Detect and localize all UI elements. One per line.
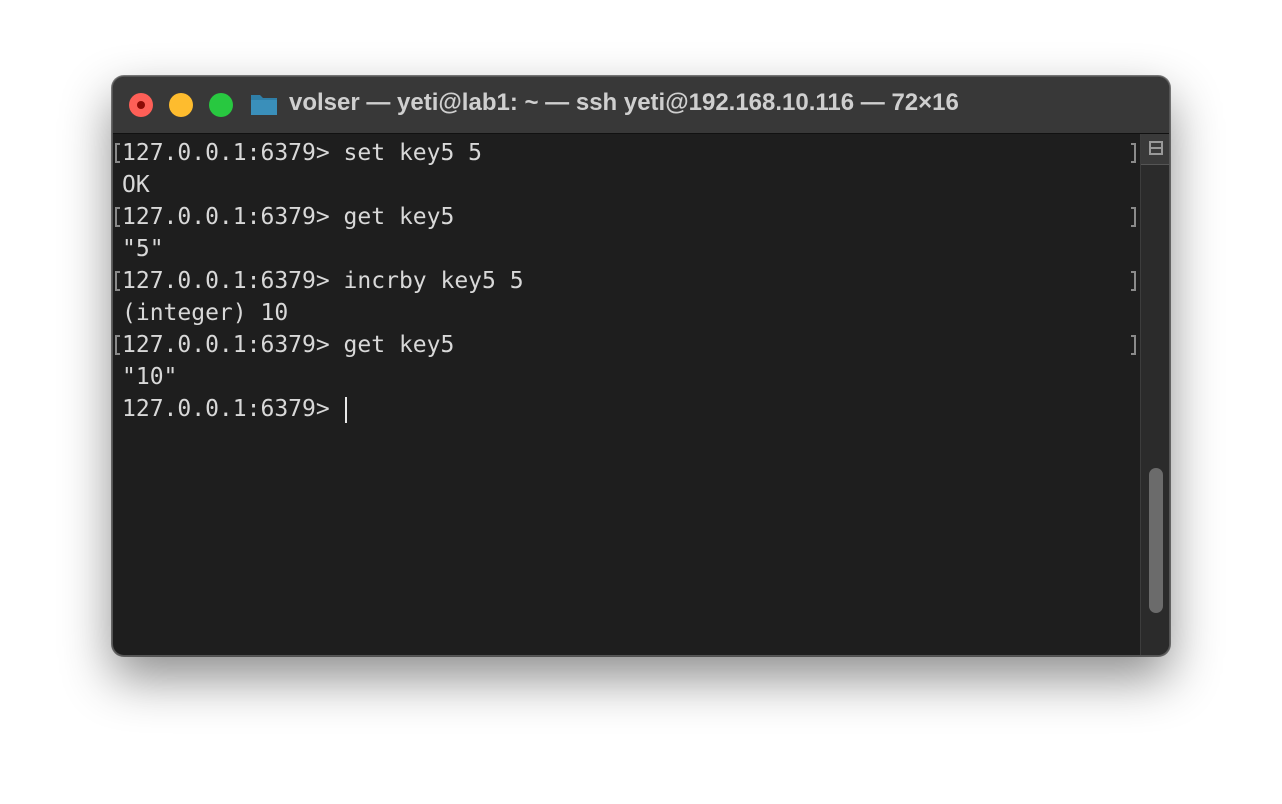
mark-bracket xyxy=(1131,207,1136,227)
title-bar[interactable]: volser — yeti@lab1: ~ — ssh yeti@192.168… xyxy=(113,77,1169,134)
window-title: volser — yeti@lab1: ~ — ssh yeti@192.168… xyxy=(289,89,959,116)
close-button[interactable] xyxy=(129,93,153,117)
mark-bracket xyxy=(1131,143,1136,163)
terminal-output[interactable]: 127.0.0.1:6379> set key5 5 OK 127.0.0.1:63… xyxy=(113,134,1140,655)
zoom-button[interactable] xyxy=(209,93,233,117)
scrollbar[interactable] xyxy=(1140,134,1169,655)
mark-bracket xyxy=(115,207,120,227)
terminal-line: 127.0.0.1:6379> get key5 xyxy=(122,204,455,230)
terminal-line: 127.0.0.1:6379> set key5 5 xyxy=(122,140,483,166)
split-pane-button[interactable] xyxy=(1141,134,1169,165)
terminal-line: "10" xyxy=(122,364,178,390)
terminal-line: 127.0.0.1:6379> get key5 xyxy=(122,332,455,358)
scrollbar-thumb[interactable] xyxy=(1149,468,1163,613)
terminal-line: 127.0.0.1:6379> xyxy=(122,393,347,425)
folder-icon xyxy=(251,95,277,115)
mark-bracket xyxy=(1131,335,1136,355)
text-cursor xyxy=(344,396,347,423)
terminal-line: 127.0.0.1:6379> incrby key5 5 xyxy=(122,268,524,294)
minimize-button[interactable] xyxy=(169,93,193,117)
terminal-line: (integer) 10 xyxy=(122,300,289,326)
mark-bracket xyxy=(115,271,120,291)
split-icon xyxy=(1149,141,1163,155)
terminal-line: "5" xyxy=(122,236,164,262)
mark-bracket xyxy=(115,143,120,163)
mark-bracket xyxy=(115,335,120,355)
mark-bracket xyxy=(1131,271,1136,291)
terminal-line: OK xyxy=(122,172,150,198)
terminal-window: volser — yeti@lab1: ~ — ssh yeti@192.168… xyxy=(112,76,1170,656)
